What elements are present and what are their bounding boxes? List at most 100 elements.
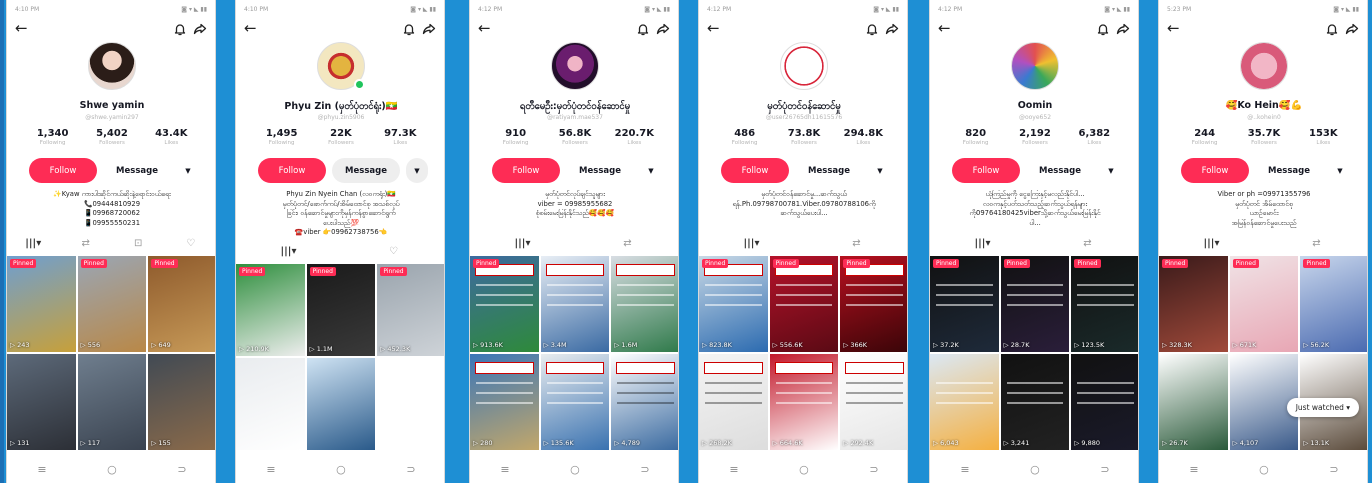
- video-thumbnail[interactable]: ▷ 280: [470, 354, 539, 450]
- tab-reposts[interactable]: ⇄: [608, 236, 648, 252]
- stat-following[interactable]: 1,340 Following: [24, 128, 82, 146]
- home-button[interactable]: ○: [107, 463, 117, 476]
- message-button[interactable]: Message: [795, 158, 863, 183]
- video-thumbnail[interactable]: ▷ 9,880: [1071, 354, 1138, 450]
- recents-button[interactable]: ≡: [729, 463, 738, 476]
- video-thumbnail[interactable]: ▷ 1.6M: [611, 256, 678, 352]
- video-thumbnail[interactable]: Pinned ▷ 37.2K: [930, 256, 999, 352]
- bell-icon[interactable]: [402, 21, 416, 36]
- avatar[interactable]: [551, 42, 599, 90]
- more-options-button[interactable]: ▼: [869, 158, 891, 183]
- home-button[interactable]: ○: [1259, 463, 1269, 476]
- follow-button[interactable]: Follow: [29, 158, 97, 183]
- stat-likes[interactable]: 6,382 Likes: [1065, 128, 1123, 146]
- stat-following[interactable]: 244 Following: [1176, 128, 1234, 146]
- share-arrow-icon[interactable]: [422, 21, 436, 35]
- video-thumbnail[interactable]: ▷ 664.6K: [769, 354, 839, 450]
- avatar[interactable]: [780, 42, 828, 90]
- stat-likes[interactable]: 294.8K Likes: [834, 128, 892, 146]
- video-thumbnail[interactable]: Pinned ▷ 56.2K: [1300, 256, 1367, 352]
- share-arrow-icon[interactable]: [1345, 21, 1359, 35]
- share-arrow-icon[interactable]: [656, 21, 670, 35]
- bell-icon[interactable]: [1325, 21, 1339, 36]
- just-watched-button[interactable]: Just watched ▾: [1286, 398, 1359, 417]
- video-thumbnail[interactable]: ▷ 268.2K: [699, 354, 768, 450]
- stat-followers[interactable]: 35.7K Followers: [1235, 128, 1293, 146]
- back-button[interactable]: ⊃: [869, 463, 878, 476]
- message-button[interactable]: Message: [566, 158, 634, 183]
- back-button[interactable]: ⊃: [1329, 463, 1338, 476]
- avatar[interactable]: [1240, 42, 1288, 90]
- more-options-button[interactable]: ▼: [640, 158, 662, 183]
- tab-reposts[interactable]: ⇄: [66, 236, 106, 252]
- stat-likes[interactable]: 153K Likes: [1294, 128, 1352, 146]
- video-thumbnail[interactable]: ▷ 4,789: [611, 354, 678, 450]
- avatar[interactable]: [88, 42, 136, 90]
- video-thumbnail[interactable]: ▷ 6,043: [930, 354, 999, 450]
- message-button[interactable]: Message: [1255, 158, 1323, 183]
- message-button[interactable]: Message: [1026, 158, 1094, 183]
- back-arrow-icon[interactable]: ←: [1167, 20, 1180, 36]
- video-thumbnail[interactable]: ▷ 3,241: [1000, 354, 1070, 450]
- follow-button[interactable]: Follow: [1181, 158, 1249, 183]
- back-arrow-icon[interactable]: ←: [15, 20, 28, 36]
- follow-button[interactable]: Follow: [258, 158, 326, 183]
- stat-following[interactable]: 910 Following: [487, 128, 545, 146]
- follow-button[interactable]: Follow: [952, 158, 1020, 183]
- video-thumbnail[interactable]: ▷ 117: [77, 354, 147, 450]
- tab-favorites[interactable]: ⊡: [118, 236, 158, 252]
- video-thumbnail[interactable]: Pinned ▷ 556.6K: [769, 256, 839, 352]
- recents-button[interactable]: ≡: [37, 463, 46, 476]
- bell-icon[interactable]: [173, 21, 187, 36]
- back-arrow-icon[interactable]: ←: [707, 20, 720, 36]
- recents-button[interactable]: ≡: [1189, 463, 1198, 476]
- video-thumbnail[interactable]: Pinned ▷ 243: [7, 256, 76, 352]
- stat-following[interactable]: 1,495 Following: [253, 128, 311, 146]
- stat-followers[interactable]: 22K Followers: [312, 128, 370, 146]
- tab-videos[interactable]: |||▾: [269, 244, 309, 260]
- back-button[interactable]: ⊃: [406, 463, 415, 476]
- avatar[interactable]: [1011, 42, 1059, 90]
- stat-following[interactable]: 820 Following: [947, 128, 1005, 146]
- stat-following[interactable]: 486 Following: [716, 128, 774, 146]
- bell-icon[interactable]: [636, 21, 650, 36]
- home-button[interactable]: ○: [1030, 463, 1040, 476]
- stat-followers[interactable]: 5,402 Followers: [83, 128, 141, 146]
- back-button[interactable]: ⊃: [1100, 463, 1109, 476]
- more-options-button[interactable]: ▼: [406, 158, 428, 183]
- recents-button[interactable]: ≡: [266, 463, 275, 476]
- follow-button[interactable]: Follow: [721, 158, 789, 183]
- video-thumbnail[interactable]: [377, 357, 444, 450]
- video-thumbnail[interactable]: Pinned ▷ 328.3K: [1159, 256, 1228, 352]
- video-thumbnail[interactable]: Pinned ▷ 913.6K: [470, 256, 539, 352]
- video-thumbnail[interactable]: Pinned ▷ 556: [77, 256, 147, 352]
- video-thumbnail[interactable]: Pinned ▷ 452.3K: [377, 263, 444, 356]
- video-thumbnail[interactable]: ▷ 131: [7, 354, 76, 450]
- stat-followers[interactable]: 73.8K Followers: [775, 128, 833, 146]
- back-arrow-icon[interactable]: ←: [938, 20, 951, 36]
- share-arrow-icon[interactable]: [1116, 21, 1130, 35]
- home-button[interactable]: ○: [570, 463, 580, 476]
- video-thumbnail[interactable]: Pinned ▷ 823.8K: [699, 256, 768, 352]
- tab-reposts[interactable]: ⇄: [1297, 236, 1337, 252]
- back-button[interactable]: ⊃: [177, 463, 186, 476]
- message-button[interactable]: Message: [103, 158, 171, 183]
- follow-button[interactable]: Follow: [492, 158, 560, 183]
- stat-followers[interactable]: 56.8K Followers: [546, 128, 604, 146]
- video-thumbnail[interactable]: ▷ 292.4K: [840, 354, 907, 450]
- recents-button[interactable]: ≡: [960, 463, 969, 476]
- more-options-button[interactable]: ▼: [1100, 158, 1122, 183]
- share-arrow-icon[interactable]: [885, 21, 899, 35]
- bell-icon[interactable]: [1096, 21, 1110, 36]
- video-thumbnail[interactable]: ▷ 26.7K: [1159, 354, 1228, 450]
- tab-videos[interactable]: |||▾: [503, 236, 543, 252]
- video-thumbnail[interactable]: ▷ 155: [148, 354, 215, 450]
- video-thumbnail[interactable]: Pinned ▷ 210.9K: [236, 263, 305, 356]
- back-arrow-icon[interactable]: ←: [478, 20, 491, 36]
- home-button[interactable]: ○: [799, 463, 809, 476]
- more-options-button[interactable]: ▼: [177, 158, 199, 183]
- tab-reposts[interactable]: ⇄: [1068, 236, 1108, 252]
- stat-likes[interactable]: 97.3K Likes: [371, 128, 429, 146]
- tab-videos[interactable]: |||▾: [963, 236, 1003, 252]
- video-thumbnail[interactable]: [236, 357, 305, 450]
